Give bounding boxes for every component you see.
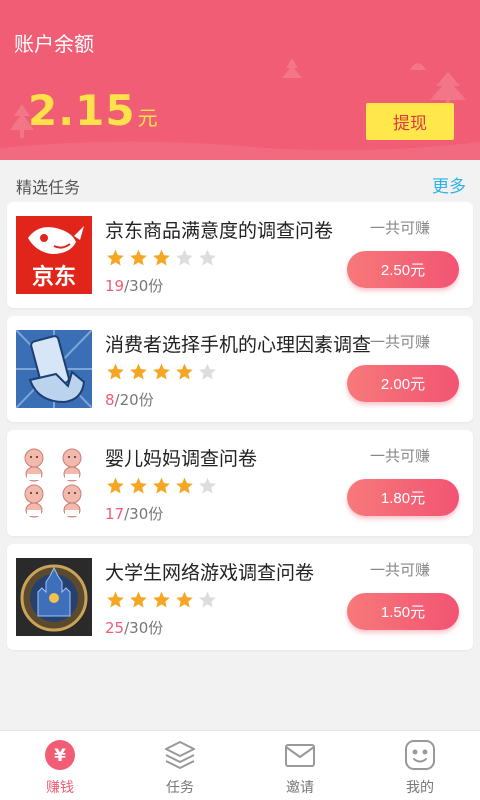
- balance-header: 账户余额 2.15 元 提现: [0, 0, 480, 160]
- star-filled-icon: [153, 249, 170, 266]
- star-empty-icon: [199, 591, 216, 608]
- total-earn-label: 一共可赚: [370, 561, 431, 579]
- done-count: 17: [105, 505, 125, 523]
- total-earn-label: 一共可赚: [370, 447, 431, 465]
- hand-phone-image: [16, 330, 92, 408]
- task-name: 京东商品满意度的调查问卷: [105, 220, 334, 242]
- total-earn-label: 一共可赚: [370, 333, 431, 351]
- page-title: 账户余额: [14, 32, 94, 56]
- quota-total: /30份: [124, 277, 164, 295]
- jd-logo-icon: 京东: [16, 216, 92, 294]
- quota-total: /30份: [124, 505, 164, 523]
- star-rating: [105, 476, 218, 496]
- reward-button[interactable]: 2.50元: [347, 251, 459, 288]
- done-count: 19: [105, 277, 125, 295]
- reward-button[interactable]: 1.50元: [347, 593, 459, 630]
- balance-value: 2.15: [28, 86, 136, 135]
- quota-count: 19/30份: [105, 275, 163, 296]
- task-name: 大学生网络游戏调查问卷: [105, 562, 315, 584]
- total-earn-label: 一共可赚: [370, 219, 431, 237]
- tab-mine[interactable]: 我的: [360, 731, 480, 800]
- quota-count: 25/30份: [105, 617, 163, 638]
- star-filled-icon: [153, 363, 170, 380]
- tab-earn[interactable]: ¥ 赚钱: [0, 731, 120, 800]
- star-rating: [105, 248, 218, 268]
- star-filled-icon: [107, 363, 124, 380]
- balance-amount: 2.15 元: [28, 86, 158, 135]
- tab-label: 邀请: [286, 780, 314, 796]
- smiley-icon: [405, 740, 435, 770]
- quota-total: /20份: [114, 391, 154, 409]
- reward-button[interactable]: 2.00元: [347, 365, 459, 402]
- star-empty-icon: [199, 249, 216, 266]
- tab-label: 任务: [166, 780, 194, 796]
- star-filled-icon: [176, 363, 193, 380]
- jd-logo-text: 京东: [32, 264, 76, 290]
- star-filled-icon: [176, 591, 193, 608]
- layers-icon: [165, 741, 195, 769]
- quota-count: 17/30份: [105, 503, 163, 524]
- tab-tasks[interactable]: 任务: [120, 731, 240, 800]
- more-link[interactable]: 更多: [432, 172, 466, 197]
- star-filled-icon: [107, 591, 124, 608]
- tab-invite[interactable]: 邀请: [240, 731, 360, 800]
- star-filled-icon: [153, 477, 170, 494]
- withdraw-button[interactable]: 提现: [366, 103, 454, 140]
- done-count: 8: [105, 391, 115, 409]
- task-card[interactable]: 婴儿妈妈调查问卷 一共可赚 17/30份 1.80元: [7, 430, 473, 536]
- tab-label: 赚钱: [46, 780, 74, 796]
- star-filled-icon: [130, 363, 147, 380]
- star-filled-icon: [153, 591, 170, 608]
- star-rating: [105, 362, 218, 382]
- star-empty-icon: [199, 477, 216, 494]
- star-filled-icon: [130, 477, 147, 494]
- star-filled-icon: [130, 591, 147, 608]
- yen-icon: ¥: [45, 740, 75, 770]
- section-title: 精选任务: [16, 178, 81, 197]
- babies-image: [16, 444, 92, 522]
- yen-glyph: ¥: [54, 746, 66, 766]
- quota-total: /30份: [124, 619, 164, 637]
- star-filled-icon: [107, 477, 124, 494]
- reward-button[interactable]: 1.80元: [347, 479, 459, 516]
- star-filled-icon: [130, 249, 147, 266]
- star-rating: [105, 590, 218, 610]
- game-castle-image: [16, 558, 92, 636]
- task-name: 消费者选择手机的心理因素调查: [105, 334, 372, 356]
- task-card[interactable]: 大学生网络游戏调查问卷 一共可赚 25/30份 1.50元: [7, 544, 473, 650]
- envelope-icon: [285, 744, 315, 767]
- section-header: 精选任务 更多: [0, 160, 480, 200]
- star-filled-icon: [176, 477, 193, 494]
- task-card[interactable]: 京东 京东商品满意度的调查问卷 一共可赚 19/30份 2.50元: [7, 202, 473, 308]
- task-card[interactable]: 消费者选择手机的心理因素调查 一共可赚 8/20份 2.00元: [7, 316, 473, 422]
- star-filled-icon: [107, 249, 124, 266]
- balance-unit: 元: [137, 106, 158, 130]
- bottom-tab-bar: ¥ 赚钱 任务 邀请 我的: [0, 730, 480, 800]
- done-count: 25: [105, 619, 125, 637]
- star-empty-icon: [199, 363, 216, 380]
- tab-label: 我的: [406, 780, 434, 796]
- quota-count: 8/20份: [105, 389, 154, 410]
- task-name: 婴儿妈妈调查问卷: [105, 448, 258, 470]
- star-empty-icon: [176, 249, 193, 266]
